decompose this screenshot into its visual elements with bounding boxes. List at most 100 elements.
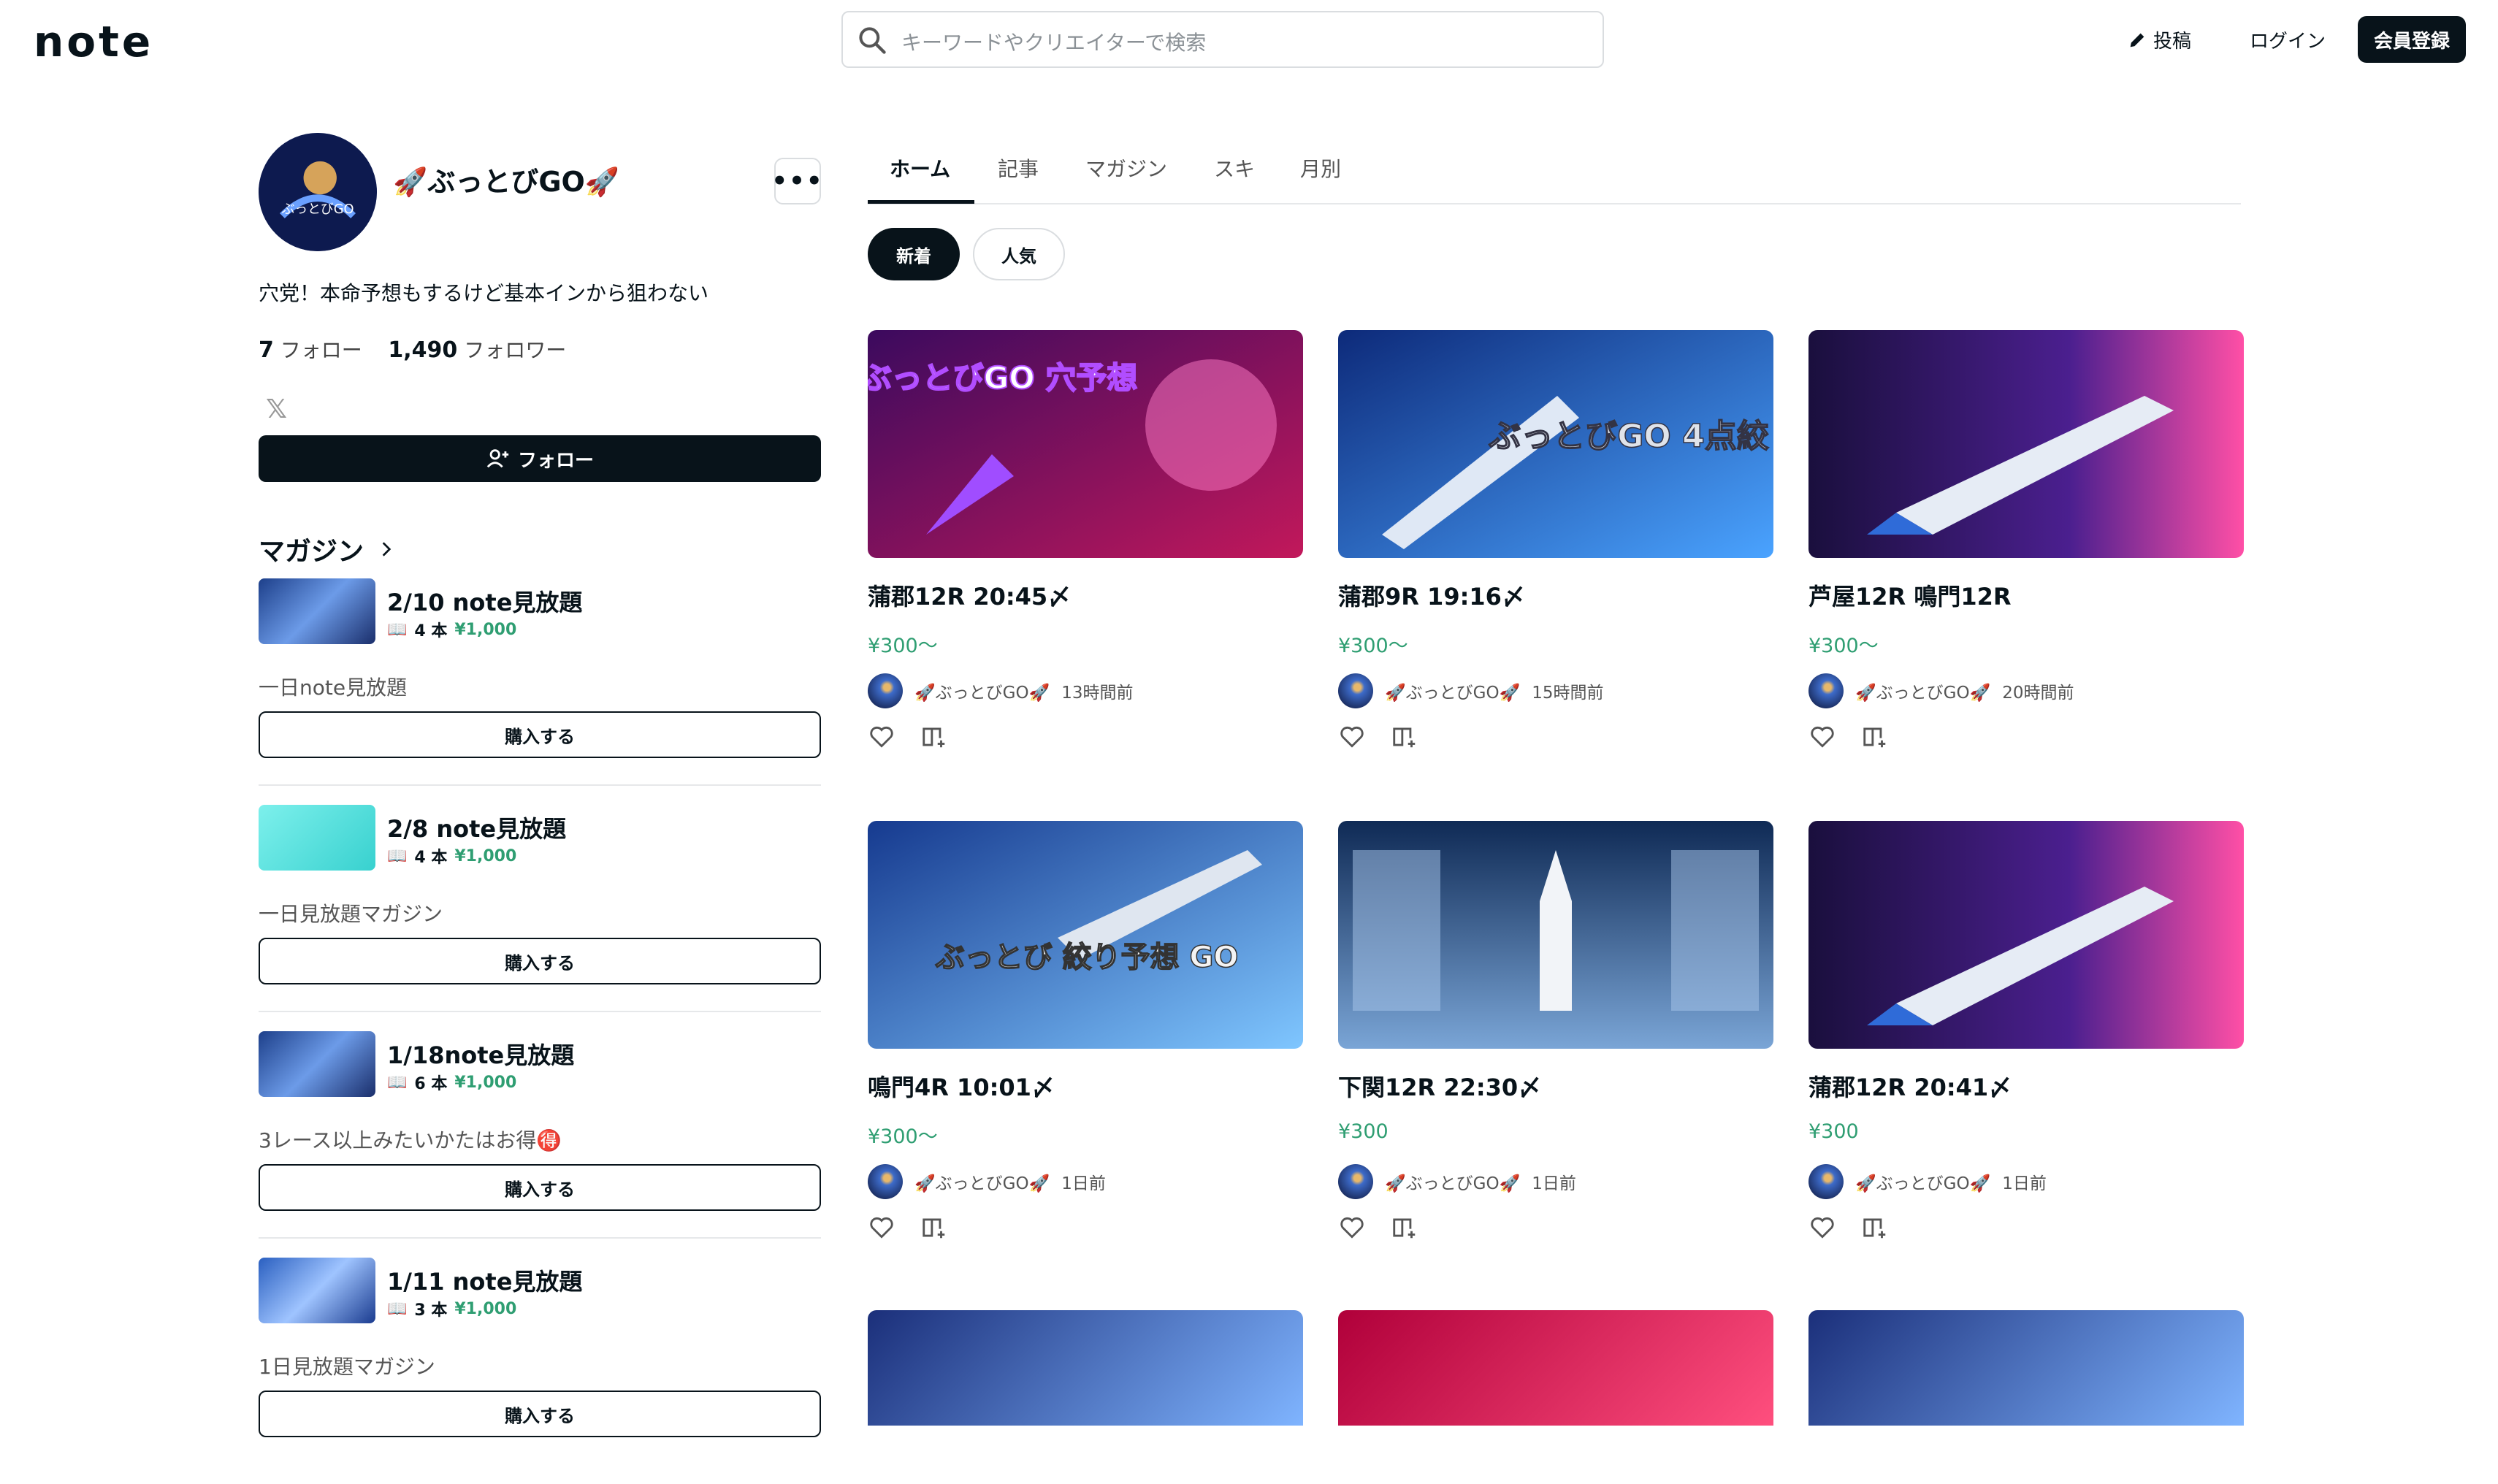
book-icon: 📖: [387, 846, 408, 865]
add-to-magazine-icon[interactable]: [920, 723, 948, 751]
magazine-title[interactable]: 1/11 note見放題: [387, 1263, 582, 1297]
article-thumbnail[interactable]: [1808, 1310, 2244, 1426]
more-options-button[interactable]: •••: [771, 158, 822, 204]
magazine-item[interactable]: 1/18note見放題 📖 6 本 ¥1,000 3レース以上みたいかたはお得🉐 購…: [259, 1031, 821, 1258]
article-author[interactable]: 🚀ぶっとびGO🚀 15時間前: [1338, 673, 1603, 708]
author-avatar[interactable]: [1808, 1164, 1844, 1199]
article-title[interactable]: 蒲郡12R 20:45〆: [868, 578, 1071, 612]
magazine-meta: 📖 3 本 ¥1,000: [387, 1297, 516, 1320]
article-thumbnail[interactable]: [868, 1310, 1303, 1426]
heart-icon[interactable]: [1338, 723, 1366, 751]
heart-icon[interactable]: [868, 1214, 895, 1242]
tab-likes[interactable]: スキ: [1214, 153, 1255, 183]
magazine-title[interactable]: 1/18note見放題: [387, 1037, 574, 1071]
heart-icon[interactable]: [1338, 1214, 1366, 1242]
magazine-price: ¥1,000: [454, 1299, 517, 1318]
article-price: ¥300〜: [868, 1125, 938, 1148]
heart-icon[interactable]: [1808, 1214, 1836, 1242]
search-icon: [859, 27, 886, 54]
card-actions: [868, 723, 948, 751]
article-author[interactable]: 🚀ぶっとびGO🚀 13時間前: [868, 673, 1133, 708]
note-logo[interactable]: note: [34, 20, 153, 63]
buy-button[interactable]: 購入する: [259, 938, 821, 984]
login-link[interactable]: ログイン: [2250, 26, 2326, 53]
magazine-thumbnail[interactable]: [259, 578, 375, 644]
add-to-magazine-icon[interactable]: [1391, 723, 1418, 751]
author-name[interactable]: 🚀ぶっとびGO🚀: [1855, 678, 1990, 703]
magazine-thumbnail[interactable]: [259, 805, 375, 871]
article-author[interactable]: 🚀ぶっとびGO🚀 20時間前: [1808, 673, 2074, 708]
tab-monthly[interactable]: 月別: [1300, 153, 1341, 183]
author-name[interactable]: 🚀ぶっとびGO🚀: [1385, 1169, 1520, 1194]
magazine-meta: 📖 4 本 ¥1,000: [387, 618, 516, 641]
author-name[interactable]: 🚀ぶっとびGO🚀: [914, 678, 1050, 703]
article-thumbnail[interactable]: [1338, 821, 1773, 1049]
profile-avatar[interactable]: ぶっとびGO: [259, 133, 377, 251]
active-tab-indicator: [868, 200, 974, 204]
article-title[interactable]: 蒲郡9R 19:16〆: [1338, 578, 1525, 612]
article-title[interactable]: 蒲郡12R 20:41〆: [1808, 1069, 2012, 1103]
post-time: 1日前: [1532, 1174, 1576, 1193]
magazine-thumbnail[interactable]: [259, 1031, 375, 1097]
book-icon: 📖: [387, 1299, 408, 1318]
filter-new[interactable]: 新着: [868, 228, 960, 280]
signup-button[interactable]: 会員登録: [2358, 16, 2466, 63]
buy-button[interactable]: 購入する: [259, 1391, 821, 1437]
filter-popular[interactable]: 人気: [973, 228, 1065, 280]
article-author[interactable]: 🚀ぶっとびGO🚀 1日前: [1808, 1164, 2047, 1199]
tab-home[interactable]: ホーム: [890, 153, 950, 183]
search-placeholder[interactable]: キーワードやクリエイターで検索: [901, 27, 1206, 56]
author-name[interactable]: 🚀ぶっとびGO🚀: [1855, 1169, 1990, 1194]
author-name[interactable]: 🚀ぶっとびGO🚀: [1385, 678, 1520, 703]
search-box[interactable]: キーワードやクリエイターで検索: [841, 11, 1604, 68]
article-price: ¥300〜: [868, 635, 938, 657]
follow-button[interactable]: フォロー: [259, 435, 821, 482]
x-icon[interactable]: 𝕏: [266, 394, 287, 424]
author-avatar[interactable]: [868, 1164, 903, 1199]
article-price: ¥300: [1808, 1120, 1859, 1143]
heart-icon[interactable]: [1808, 723, 1836, 751]
follow-stats[interactable]: 7 フォロー 1,490 フォロワー: [259, 334, 566, 364]
author-avatar[interactable]: [868, 673, 903, 708]
article-thumbnail[interactable]: ぶっとびGO 穴予想: [868, 330, 1303, 558]
following-label: フォロー: [280, 338, 362, 362]
magazine-title[interactable]: 2/8 note見放題: [387, 811, 566, 844]
add-to-magazine-icon[interactable]: [1861, 1214, 1889, 1242]
magazine-description: 一日note見放題: [259, 676, 408, 700]
article-thumbnail[interactable]: ぶっとびGO 4点絞り: [1338, 330, 1773, 558]
add-to-magazine-icon[interactable]: [1861, 723, 1889, 751]
article-title[interactable]: 芦屋12R 鳴門12R: [1808, 578, 2012, 612]
post-link[interactable]: 投稿: [2127, 26, 2191, 53]
profile-name[interactable]: 🚀ぶっとびGO🚀: [393, 159, 619, 199]
buy-button[interactable]: 購入する: [259, 1164, 821, 1211]
article-thumbnail[interactable]: ぶっとび 絞り予想 GO: [868, 821, 1303, 1049]
article-thumbnail[interactable]: [1808, 821, 2244, 1049]
magazine-title[interactable]: 2/10 note見放題: [387, 584, 582, 618]
magazine-item[interactable]: 2/8 note見放題 📖 4 本 ¥1,000 一日見放題マガジン 購入する: [259, 805, 821, 1031]
author-avatar[interactable]: [1808, 673, 1844, 708]
author-avatar[interactable]: [1338, 1164, 1373, 1199]
buy-button[interactable]: 購入する: [259, 711, 821, 758]
add-to-magazine-icon[interactable]: [920, 1214, 948, 1242]
heart-icon[interactable]: [868, 723, 895, 751]
book-icon: 📖: [387, 620, 408, 639]
thumbnail-text: ぶっとびGO 穴予想: [868, 360, 1137, 396]
follow-button-label: フォロー: [517, 449, 594, 472]
add-to-magazine-icon[interactable]: [1391, 1214, 1418, 1242]
author-name[interactable]: 🚀ぶっとびGO🚀: [914, 1169, 1050, 1194]
author-avatar[interactable]: [1338, 673, 1373, 708]
article-author[interactable]: 🚀ぶっとびGO🚀 1日前: [868, 1164, 1106, 1199]
tab-magazines[interactable]: マガジン: [1085, 153, 1167, 183]
article-thumbnail[interactable]: [1808, 330, 2244, 558]
article-author[interactable]: 🚀ぶっとびGO🚀 1日前: [1338, 1164, 1576, 1199]
follower-count: 1,490: [388, 337, 458, 363]
magazine-item[interactable]: 2/10 note見放題 📖 4 本 ¥1,000 一日note見放題 購入する: [259, 578, 821, 805]
magazine-description: 1日見放題マガジン: [259, 1355, 435, 1379]
magazine-thumbnail[interactable]: [259, 1258, 375, 1323]
tab-articles[interactable]: 記事: [998, 153, 1039, 183]
article-thumbnail[interactable]: [1338, 1310, 1773, 1426]
article-title[interactable]: 鳴門4R 10:01〆: [868, 1069, 1055, 1103]
article-title[interactable]: 下関12R 22:30〆: [1338, 1069, 1541, 1103]
magazine-heading[interactable]: マガジン: [259, 530, 396, 568]
magazine-item[interactable]: 1/11 note見放題 📖 3 本 ¥1,000 1日見放題マガジン 購入する: [259, 1258, 821, 1484]
